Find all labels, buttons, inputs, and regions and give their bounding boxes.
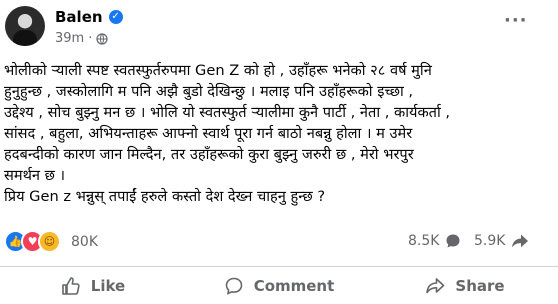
- post-line: हदबन्दीको कारण जान मिल्दैन, तर उहाँहरूको…: [4, 146, 414, 163]
- reaction-icons: 👍 ♥ ☺: [4, 230, 61, 253]
- reaction-count[interactable]: 80K: [71, 234, 98, 250]
- share-label: Share: [455, 277, 505, 295]
- post-text: भोलीको र्‍याली स्पष्ट स्वतस्फुर्तरुपमा G…: [4, 60, 544, 207]
- share-count-value: 5.9K: [474, 233, 506, 249]
- share-count-icon: [512, 234, 529, 248]
- verified-badge-icon: ✓: [108, 10, 123, 24]
- globe-icon: [96, 32, 108, 45]
- comment-label: Comment: [253, 277, 335, 295]
- author-avatar[interactable]: [5, 6, 45, 46]
- post-line: भोलीको र्‍याली स्पष्ट स्वतस्फुर्तरुपमा G…: [4, 62, 432, 79]
- post-line: सांसद , बहुला, अभियन्ताहरू आफ्नो स्वार्थ…: [4, 125, 413, 142]
- like-label: Like: [90, 277, 126, 295]
- more-options-icon[interactable]: ···: [504, 10, 528, 31]
- post-line: समर्थन छ ।: [4, 167, 66, 184]
- like-button[interactable]: Like: [0, 268, 186, 304]
- share-icon: [426, 278, 445, 294]
- post-meta: 39m ·: [55, 31, 108, 46]
- comment-count-icon: [446, 234, 460, 248]
- comment-button[interactable]: Comment: [186, 268, 372, 304]
- actions-divider: [0, 266, 558, 267]
- like-icon: [61, 277, 80, 295]
- post-line: उद्देश्य , सोच बुझ्नु मन छ । भोलि यो स्व…: [4, 104, 451, 121]
- author-name[interactable]: Balen: [55, 8, 103, 26]
- share-count[interactable]: 5.9K: [474, 233, 529, 249]
- author-header: Balen ✓: [55, 8, 123, 26]
- comment-icon: [225, 277, 242, 295]
- post-line: हुनुहुन्छ , जस्कोलागि म पनि अझै बुडो देख…: [4, 83, 414, 100]
- post-actions: Like Comment Share: [0, 268, 558, 304]
- reactions-summary[interactable]: 👍 ♥ ☺ 80K: [4, 230, 98, 253]
- share-button[interactable]: Share: [372, 268, 558, 304]
- comment-count[interactable]: 8.5K: [408, 233, 461, 249]
- post-time[interactable]: 39m: [55, 31, 84, 46]
- comment-count-value: 8.5K: [408, 233, 440, 249]
- post-line: प्रिय Gen z भन्नुस् तपाईं हरुले कस्तो दे…: [4, 188, 326, 205]
- facebook-post-card: Balen ✓ 39m · ··· भोलीको र्‍याली स्पष्ट …: [0, 0, 558, 304]
- care-reaction-icon: ☺: [38, 230, 61, 253]
